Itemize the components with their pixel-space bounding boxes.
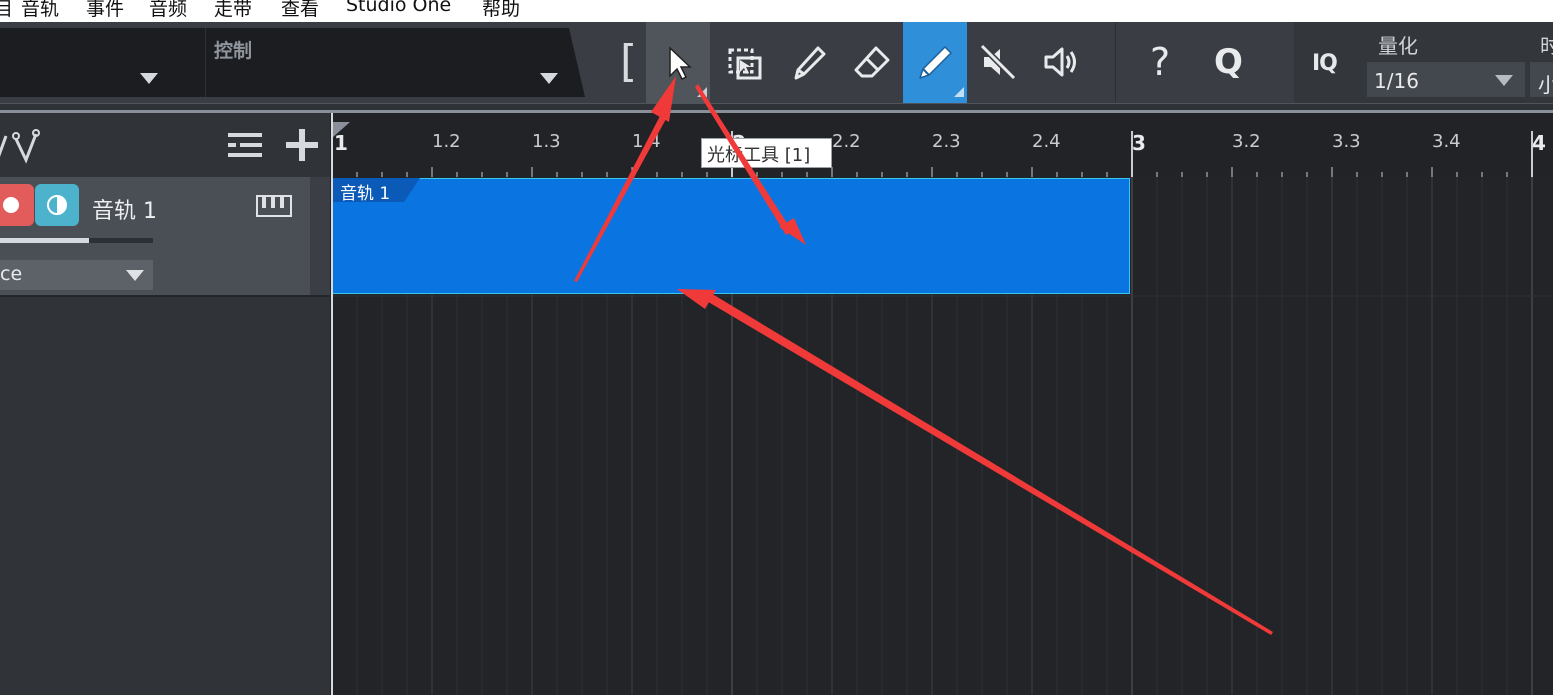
annotation-layer [574, 76, 1273, 635]
annotation-arrowhead [651, 76, 676, 122]
annotation-arrow [695, 84, 792, 235]
annotation-arrow [705, 292, 1273, 635]
annotation-arrow [574, 116, 666, 282]
annotation-arrowhead [677, 289, 716, 309]
